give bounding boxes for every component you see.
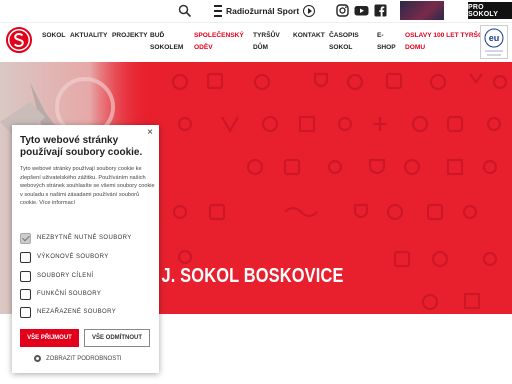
cookie-title: Tyto webové stránky používají soubory co…: [20, 135, 143, 158]
eu-badge: eu: [480, 25, 508, 59]
nav-spolecensky-odev[interactable]: SPOLEČENSKÝ ODĚV: [194, 30, 244, 54]
youtube-icon[interactable]: [354, 4, 369, 17]
show-details-label: ZOBRAZIT PODROBNOSTI: [46, 355, 122, 362]
cookie-option-targeting[interactable]: SOUBORY CÍLENÍ: [20, 270, 93, 282]
eu-badge-text: eu: [489, 33, 500, 43]
cookie-option-unclassified[interactable]: NEZAŘAZENÉ SOUBORY: [20, 306, 116, 318]
nav-eshop[interactable]: E- SHOP: [377, 30, 396, 54]
cookie-option-functional[interactable]: FUNKČNÍ SOUBORY: [20, 288, 101, 300]
main-navigation: SOKOL AKTUALITY PROJEKTY BUĎ SOKOLEM SPO…: [0, 22, 512, 62]
option-label: NEZBYTNĚ NUTNÉ SOUBORY: [37, 235, 132, 241]
nav-oslavy-100-let[interactable]: OSLAVY 100 LET TYRŠOVA DOMU: [405, 30, 492, 54]
cookie-option-performance[interactable]: VÝKONOVÉ SOUBORY: [20, 251, 109, 263]
checkbox-functional[interactable]: [20, 288, 31, 300]
radio-label: Radiožurnál Sport: [226, 6, 300, 16]
search-icon[interactable]: [178, 4, 192, 18]
nav-sokol[interactable]: SOKOL: [42, 30, 65, 42]
sokol-logo[interactable]: [6, 27, 32, 53]
checkbox-necessary[interactable]: [20, 232, 31, 244]
cookie-consent-dialog: × Tyto webové stránky používají soubory …: [12, 125, 159, 373]
option-label: SOUBORY CÍLENÍ: [37, 273, 94, 279]
nav-bud-sokolem[interactable]: BUĎ SOKOLEM: [150, 30, 183, 54]
option-label: VÝKONOVÉ SOUBORY: [37, 254, 109, 260]
top-bar: Radiožurnál Sport PRO SOKOLY: [0, 0, 512, 22]
checkbox-performance[interactable]: [20, 251, 31, 263]
accept-all-button[interactable]: VŠE PŘIJMOUT: [20, 329, 79, 347]
instagram-icon[interactable]: [336, 4, 349, 17]
hero-title: . J. SOKOL BOSKOVICE: [152, 265, 344, 287]
play-icon[interactable]: [303, 5, 316, 17]
pro-sokoly-button[interactable]: PRO SOKOLY: [468, 2, 512, 19]
reject-all-button[interactable]: VŠE ODMÍTNOUT: [84, 329, 150, 347]
radio-logo-icon: [214, 5, 222, 17]
nav-casopis-sokol[interactable]: ČASOPIS SOKOL: [329, 30, 359, 54]
partner-banner[interactable]: [400, 1, 444, 20]
option-label: NEZAŘAZENÉ SOUBORY: [37, 309, 117, 315]
facebook-icon[interactable]: [374, 4, 387, 17]
checkbox-unclassified[interactable]: [20, 306, 31, 318]
checkbox-targeting[interactable]: [20, 270, 31, 282]
nav-tyrsuv-dum[interactable]: TYRŠŮV DŮM: [253, 30, 280, 54]
show-details-link[interactable]: ZOBRAZIT PODROBNOSTI: [34, 355, 122, 362]
nav-kontakt[interactable]: KONTAKT: [293, 30, 325, 42]
close-icon[interactable]: ×: [147, 128, 153, 138]
option-label: FUNKČNÍ SOUBORY: [37, 291, 102, 297]
cookie-option-necessary[interactable]: NEZBYTNĚ NUTNÉ SOUBORY: [20, 232, 132, 244]
nav-aktuality[interactable]: AKTUALITY: [70, 30, 107, 42]
radio-sport-link[interactable]: Radiožurnál Sport: [214, 3, 316, 19]
nav-projekty[interactable]: PROJEKTY: [112, 30, 148, 42]
cookie-description: Tyto webové stránky používají soubory co…: [20, 166, 155, 207]
gear-icon: [34, 355, 41, 362]
